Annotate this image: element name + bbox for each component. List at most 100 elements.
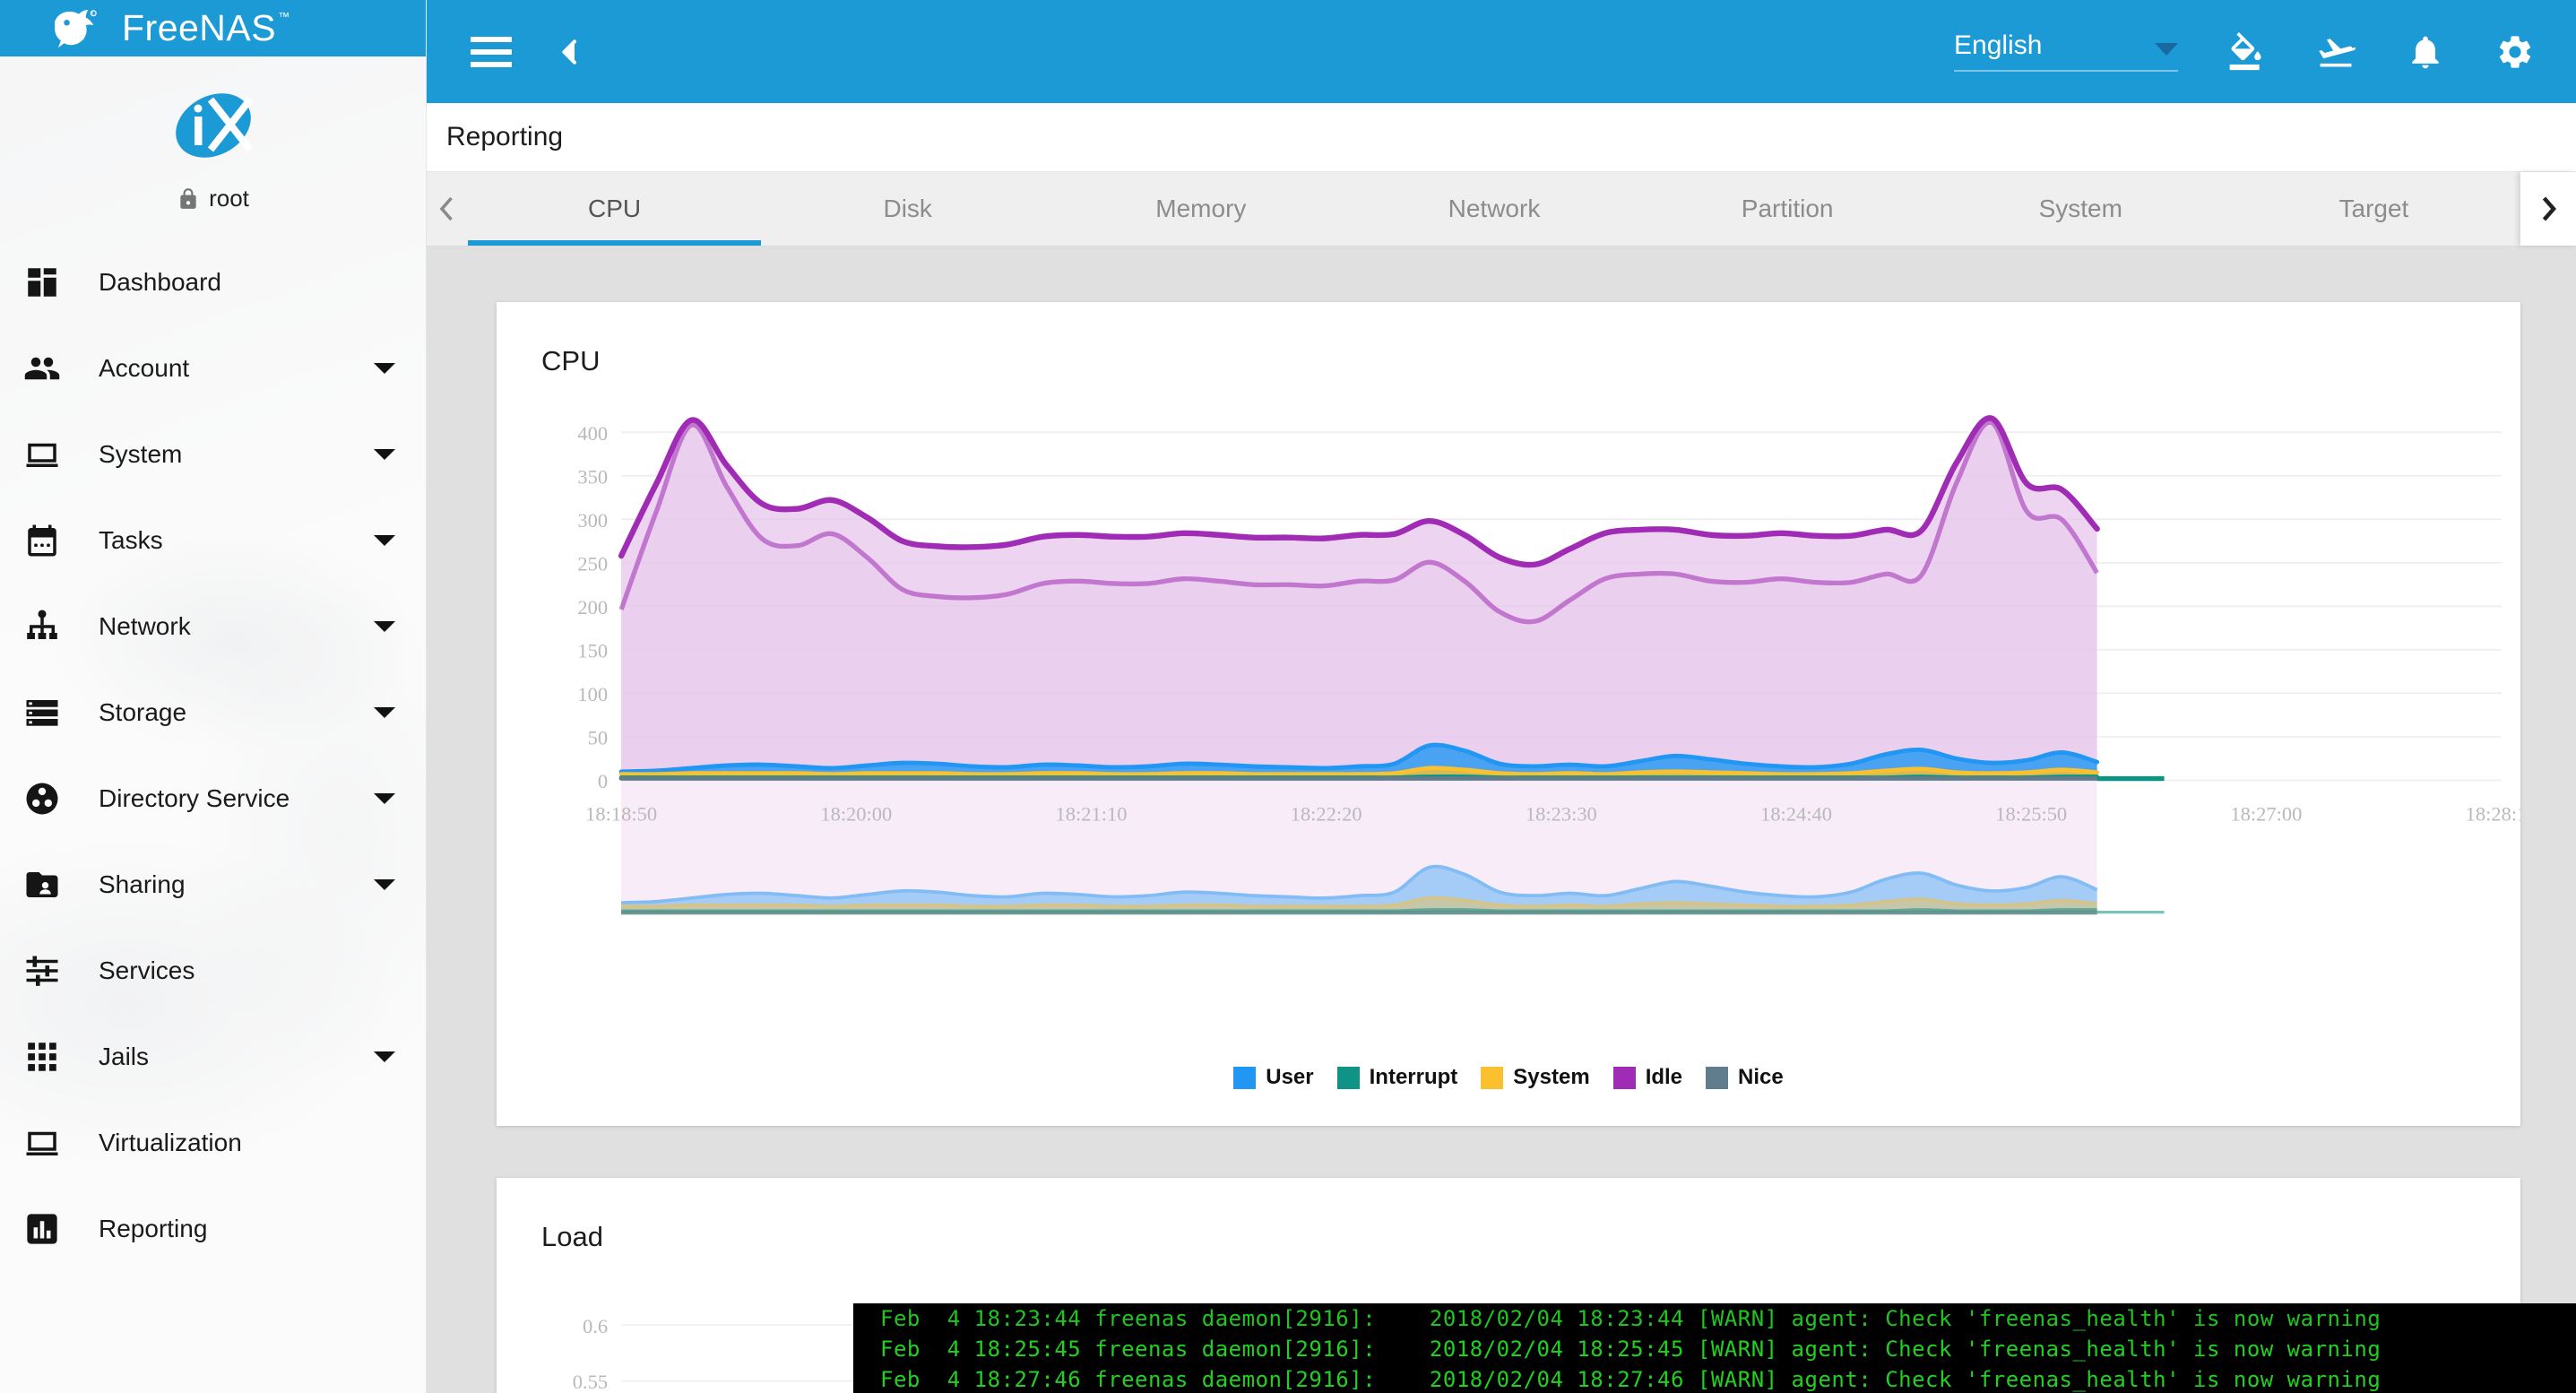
lock-icon xyxy=(180,187,196,209)
legend-item-nice[interactable]: Nice xyxy=(1706,1065,1784,1090)
sidebar-item-services[interactable]: Services xyxy=(0,928,426,1014)
chevron-down-icon[interactable] xyxy=(374,535,395,546)
chevron-down-icon[interactable] xyxy=(374,449,395,460)
legend-label: System xyxy=(1513,1065,1590,1090)
legend-item-system[interactable]: System xyxy=(1481,1065,1590,1090)
legend-item-interrupt[interactable]: Interrupt xyxy=(1336,1065,1458,1090)
console-log-line: Feb 4 18:23:44 freenas daemon[2916]: 201… xyxy=(880,1306,2382,1331)
org-logo-wrap xyxy=(0,56,426,170)
hamburger-menu-icon[interactable] xyxy=(462,23,520,81)
gear-icon[interactable] xyxy=(2486,23,2544,81)
sidebar-item-storage[interactable]: Storage xyxy=(0,670,426,756)
sidebar-item-account[interactable]: Account xyxy=(0,325,426,411)
app-root: R FreeNAS ™ root Dashboard Account Syste… xyxy=(0,0,2576,1393)
sidebar-item-jails[interactable]: Jails xyxy=(0,1014,426,1100)
chevron-down-icon[interactable] xyxy=(374,793,395,804)
sidebar-item-reporting[interactable]: Reporting xyxy=(0,1186,426,1272)
sidebar-item-label: Virtualization xyxy=(99,1129,242,1156)
format-paint-icon[interactable] xyxy=(2217,23,2275,81)
main-area: English Reporting CPU Disk Memory Networ… xyxy=(427,0,2576,1393)
console-log-line: Feb 4 18:25:45 freenas daemon[2916]: 201… xyxy=(880,1337,2382,1362)
chevron-down-icon[interactable] xyxy=(374,363,395,374)
sidebar-item-system[interactable]: System xyxy=(0,411,426,497)
sliders-icon xyxy=(22,950,63,991)
storage-icon xyxy=(22,692,63,733)
svg-text:18:20:00: 18:20:00 xyxy=(820,802,892,825)
tab-system[interactable]: System xyxy=(1934,172,2227,246)
sidebar-item-directory-service[interactable]: Directory Service xyxy=(0,756,426,842)
svg-text:0: 0 xyxy=(598,770,608,792)
legend-item-user[interactable]: User xyxy=(1233,1065,1314,1090)
legend-label: Nice xyxy=(1738,1065,1784,1090)
cpu-chart[interactable]: 0 50 100 150 200 250 300 350 400 18:18:50 18:20:00… xyxy=(497,377,2520,1049)
svg-text:150: 150 xyxy=(577,639,608,662)
flight-takeoff-icon[interactable] xyxy=(2307,23,2364,81)
legend-swatch xyxy=(1706,1066,1729,1089)
legend-item-idle[interactable]: Idle xyxy=(1612,1065,1683,1090)
chevron-down-icon[interactable] xyxy=(374,1051,395,1062)
legend-swatch xyxy=(1336,1066,1360,1089)
sidebar-item-sharing[interactable]: Sharing xyxy=(0,842,426,928)
sidebar-item-dashboard[interactable]: Dashboard xyxy=(0,239,426,325)
brand-name: FreeNAS ™ xyxy=(122,7,290,48)
svg-text:100: 100 xyxy=(577,683,608,705)
brand-header[interactable]: R FreeNAS ™ xyxy=(0,0,426,56)
cpu-chart-legend: User Interrupt System Idle Nice xyxy=(497,1049,2520,1126)
chevron-down-icon xyxy=(2155,42,2178,56)
chevron-down-icon[interactable] xyxy=(374,879,395,890)
tabs: CPU Disk Memory Network Partition System… xyxy=(468,172,2520,246)
sidebar-item-network[interactable]: Network xyxy=(0,584,426,670)
tab-target[interactable]: Target xyxy=(2227,172,2520,246)
console-log-line: Feb 4 18:27:46 freenas daemon[2916]: 201… xyxy=(880,1367,2382,1392)
language-value: English xyxy=(1954,30,2043,60)
console-log-panel[interactable]: Feb 4 18:23:44 freenas daemon[2916]: 201… xyxy=(853,1303,2576,1393)
legend-swatch xyxy=(1612,1066,1636,1089)
sidebar-item-virtualization[interactable]: Virtualization xyxy=(0,1100,426,1186)
page-header: Reporting xyxy=(427,103,2576,172)
svg-text:18:27:00: 18:27:00 xyxy=(2230,802,2302,825)
brand: R FreeNAS ™ xyxy=(50,7,290,49)
chevron-down-icon[interactable] xyxy=(374,707,395,718)
brand-tm: ™ xyxy=(278,10,290,23)
people-icon xyxy=(22,348,63,389)
legend-label: Interrupt xyxy=(1369,1065,1458,1090)
sidebar-item-label: Directory Service xyxy=(99,784,290,812)
svg-text:300: 300 xyxy=(577,509,608,532)
tabs-prev-button[interactable] xyxy=(427,172,468,246)
chevron-down-icon[interactable] xyxy=(374,621,395,632)
svg-text:R: R xyxy=(91,11,94,15)
cpu-chart-area[interactable]: 0 50 100 150 200 250 300 350 400 18:18:50 18:20:00… xyxy=(497,377,2520,1049)
dashboard-icon xyxy=(22,262,63,303)
svg-text:18:18:50: 18:18:50 xyxy=(585,802,657,825)
folder-share-icon xyxy=(22,864,63,905)
tab-partition[interactable]: Partition xyxy=(1641,172,1934,246)
cpu-card: CPU 0 50 100 150 200 250 300 350 400 18:18:50 18:2… xyxy=(497,302,2520,1127)
tab-disk[interactable]: Disk xyxy=(761,172,1054,246)
svg-text:0.55: 0.55 xyxy=(573,1371,608,1393)
current-user[interactable]: root xyxy=(0,185,426,212)
tabs-next-button[interactable] xyxy=(2520,172,2576,246)
tab-memory[interactable]: Memory xyxy=(1054,172,1347,246)
svg-text:400: 400 xyxy=(577,422,608,445)
top-bar: English xyxy=(427,0,2576,103)
sidebar-nav: Dashboard Account System Tasks Network S… xyxy=(0,239,426,1272)
svg-text:18:23:30: 18:23:30 xyxy=(1526,802,1597,825)
tab-cpu[interactable]: CPU xyxy=(468,172,762,246)
sidebar-item-tasks[interactable]: Tasks xyxy=(0,497,426,584)
sidebar-item-label: Account xyxy=(99,354,190,382)
topbar-actions xyxy=(2217,23,2544,81)
laptop-icon xyxy=(22,1122,63,1164)
chevron-left-icon[interactable] xyxy=(541,23,599,81)
svg-text:0.6: 0.6 xyxy=(583,1315,608,1337)
svg-text:18:24:40: 18:24:40 xyxy=(1760,802,1832,825)
svg-text:350: 350 xyxy=(577,465,608,488)
card-title: Load xyxy=(541,1221,603,1253)
bell-icon[interactable] xyxy=(2397,23,2454,81)
language-select[interactable]: English xyxy=(1954,30,2178,72)
tab-bar: CPU Disk Memory Network Partition System… xyxy=(427,172,2576,247)
legend-label: Idle xyxy=(1645,1065,1683,1090)
sidebar-item-label: System xyxy=(99,440,183,468)
tab-network[interactable]: Network xyxy=(1347,172,1640,246)
legend-swatch xyxy=(1233,1066,1257,1089)
content-scroll-area[interactable]: CPU 0 50 100 150 200 250 300 350 400 18:18:50 18:2… xyxy=(427,247,2576,1393)
